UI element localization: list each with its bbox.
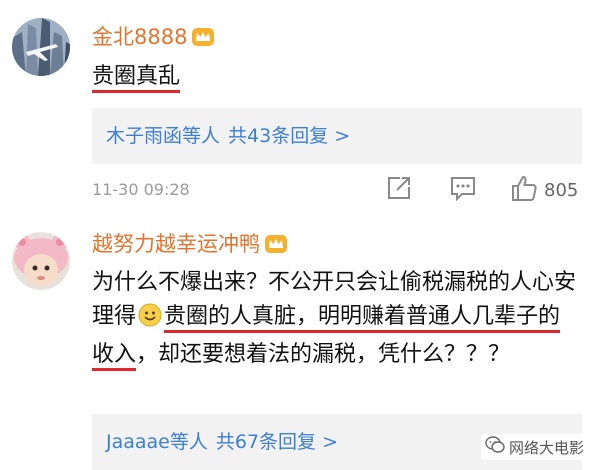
username-text[interactable]: 金北8888 (92, 25, 187, 49)
comment-1: 金北8888 贵圈真乱 木子雨函等人共43条回复 > 11-30 09:28 (0, 0, 600, 216)
username-text[interactable]: 越努力越幸运冲鸭 (92, 232, 260, 256)
crown-icon (191, 27, 215, 53)
reply-users[interactable]: Jaaaae等人 (106, 431, 208, 453)
share-icon (386, 175, 412, 205)
share-button[interactable] (386, 173, 412, 207)
reply-users[interactable]: 木子雨函等人 (106, 125, 220, 147)
like-button[interactable]: 805 (510, 173, 578, 207)
crown-icon (264, 234, 288, 260)
reply-count[interactable]: 共43条回复 > (228, 125, 350, 147)
wechat-icon (485, 436, 509, 458)
comment-text: 为什么不爆出来？不公开只会让偷税漏税的人心安理得 贵圈的人真脏，明明赚着普通人几… (92, 266, 580, 372)
thumbs-up-icon (510, 174, 538, 206)
reply-count[interactable]: 共67条回复 > (216, 431, 338, 453)
timestamp: 11-30 09:28 (92, 180, 190, 199)
like-count: 805 (544, 179, 579, 201)
smile-emoji-icon (138, 303, 162, 338)
watermark: 网络大电影 (480, 434, 588, 460)
username[interactable]: 越努力越幸运冲鸭 (92, 231, 288, 260)
username[interactable]: 金北8888 (92, 24, 215, 53)
comment-text-part-3: ，却还要想着法的漏税，凭什么？？？ (136, 342, 511, 367)
avatar[interactable] (12, 18, 70, 76)
replies-box[interactable]: 木子雨函等人 共43条回复 > (92, 108, 582, 164)
comment-icon (449, 175, 477, 205)
comment-text: 贵圈真乱 (92, 60, 181, 94)
avatar[interactable] (12, 232, 70, 290)
watermark-text: 网络大电影 (508, 438, 584, 457)
comment-button[interactable] (449, 173, 477, 207)
comment-text-underlined: 贵圈真乱 (92, 64, 181, 93)
